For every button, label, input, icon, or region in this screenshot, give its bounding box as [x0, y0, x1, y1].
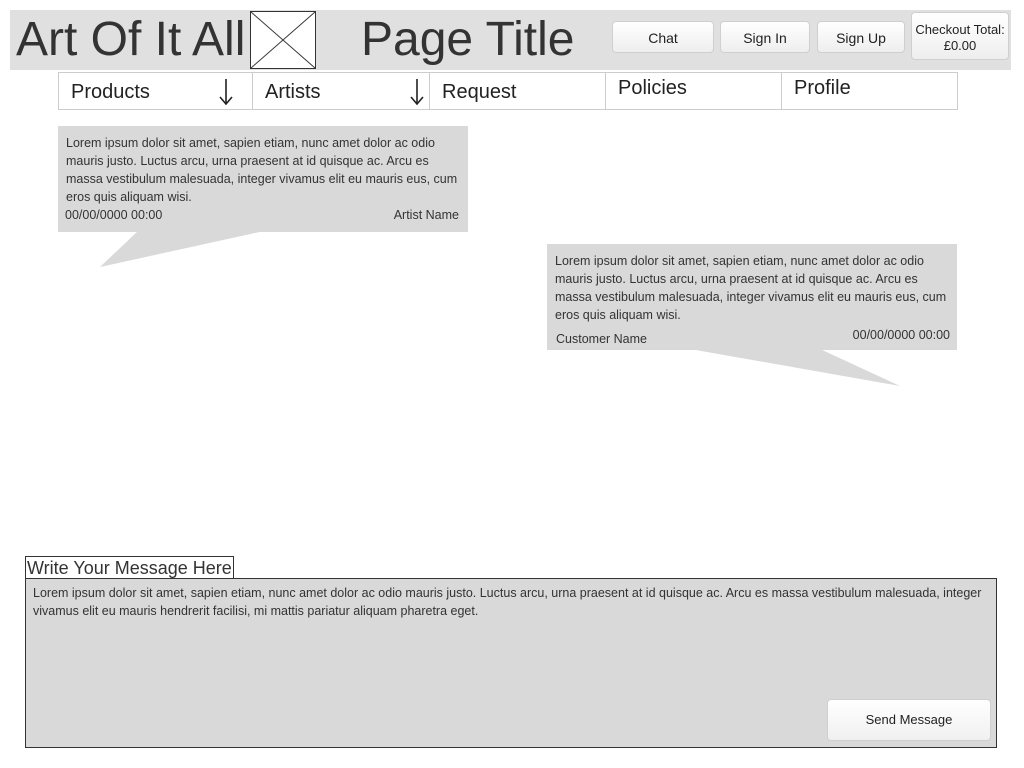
nav-item-request[interactable]: Request: [430, 73, 606, 109]
chat-button[interactable]: Chat: [612, 21, 714, 53]
site-name[interactable]: Art Of It All: [16, 14, 245, 66]
send-message-button[interactable]: Send Message: [827, 699, 991, 741]
main-nav: Products Artists Request Policies Profil…: [58, 72, 958, 110]
logo-image-placeholder[interactable]: [250, 11, 316, 69]
nav-item-label: Profile: [794, 77, 851, 99]
message-timestamp: 00/00/0000 00:00: [65, 208, 163, 222]
nav-item-products[interactable]: Products: [59, 73, 253, 109]
down-arrow-icon[interactable]: [408, 77, 426, 107]
image-placeholder-icon: [251, 12, 315, 68]
message-text: Lorem ipsum dolor sit amet, sapien etiam…: [555, 254, 947, 322]
message-bubble-customer: Lorem ipsum dolor sit amet, sapien etiam…: [547, 244, 957, 350]
sign-up-button[interactable]: Sign Up: [817, 21, 905, 53]
speech-bubble-tail: [690, 349, 900, 386]
checkout-total-button[interactable]: Checkout Total: £0.00: [911, 12, 1009, 60]
nav-item-label: Policies: [618, 77, 687, 99]
down-arrow-icon[interactable]: [217, 77, 235, 107]
message-author[interactable]: Artist Name: [394, 206, 459, 224]
nav-item-artists[interactable]: Artists: [253, 73, 430, 109]
message-author[interactable]: Customer Name: [556, 330, 647, 348]
message-input[interactable]: Lorem ipsum dolor sit amet, sapien etiam…: [33, 584, 988, 620]
nav-item-policies[interactable]: Policies: [606, 73, 782, 109]
compose-panel: Lorem ipsum dolor sit amet, sapien etiam…: [25, 578, 997, 748]
nav-item-profile[interactable]: Profile: [782, 73, 957, 109]
checkout-total-amount: £0.00: [943, 38, 977, 53]
header-bar: Art Of It All Page Title Chat Sign In Si…: [10, 10, 1011, 70]
speech-bubble-tail: [100, 231, 264, 267]
nav-item-label: Request: [442, 81, 517, 103]
sign-in-button[interactable]: Sign In: [720, 21, 810, 53]
message-bubble-artist: Lorem ipsum dolor sit amet, sapien etiam…: [58, 126, 468, 232]
nav-item-label: Products: [71, 81, 150, 103]
page-title: Page Title: [361, 13, 575, 66]
checkout-total-label: Checkout Total:: [915, 22, 1005, 37]
compose-label: Write Your Message Here: [25, 556, 234, 578]
message-text: Lorem ipsum dolor sit amet, sapien etiam…: [66, 136, 458, 204]
nav-item-label: Artists: [265, 81, 321, 103]
message-timestamp: 00/00/0000 00:00: [852, 328, 950, 342]
